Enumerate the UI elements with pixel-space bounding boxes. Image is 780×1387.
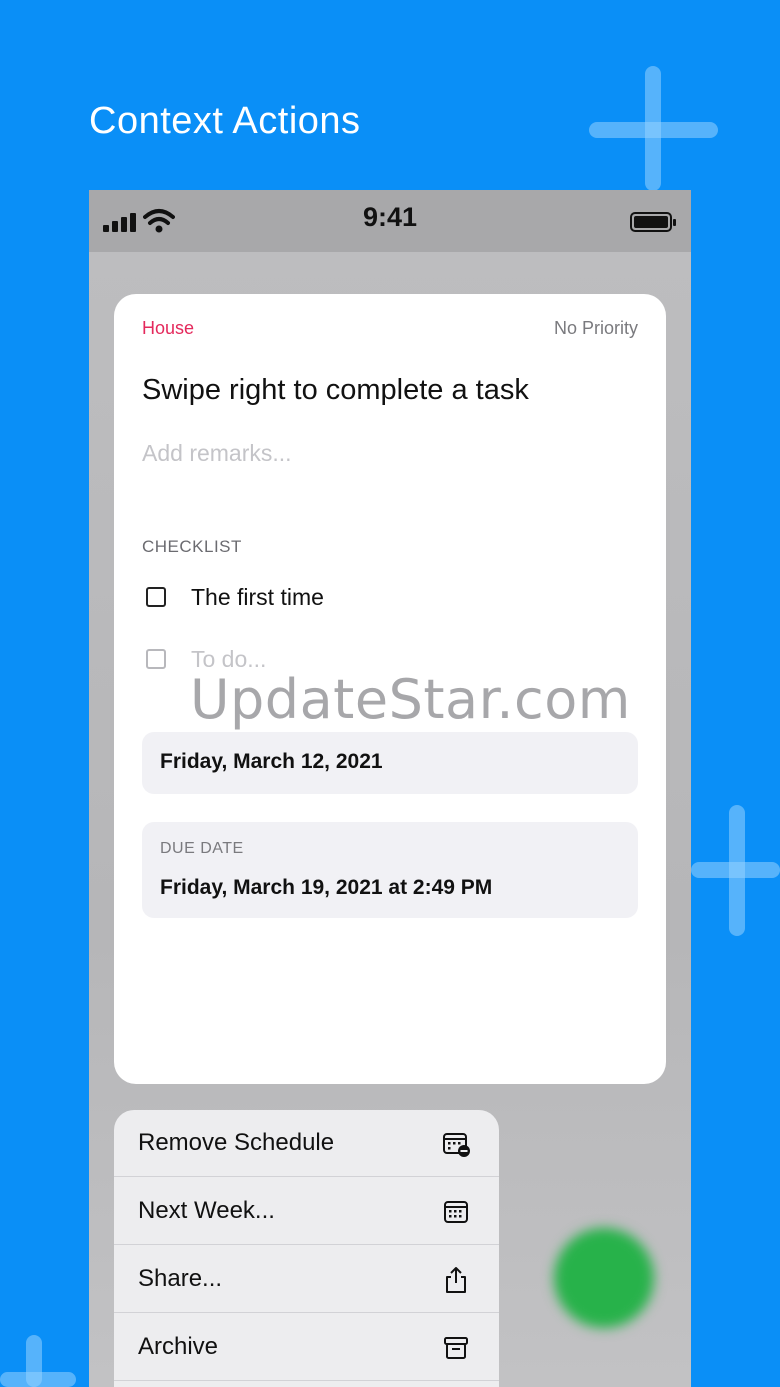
menu-item-archive[interactable]: Archive: [114, 1314, 499, 1381]
task-list-name[interactable]: House: [142, 318, 194, 339]
start-date-box[interactable]: Friday, March 12, 2021: [142, 732, 638, 794]
menu-item-next-week[interactable]: Next Week...: [114, 1178, 499, 1245]
menu-item-remove-schedule[interactable]: Remove Schedule: [114, 1110, 499, 1177]
menu-item-label: Share...: [138, 1265, 223, 1292]
calendar-icon: [444, 1201, 468, 1223]
due-date-label: DUE DATE: [160, 840, 244, 857]
watermark: UpdateStar.com: [190, 668, 631, 731]
menu-item-share[interactable]: Share...: [114, 1246, 499, 1313]
archive-icon: [444, 1337, 468, 1359]
page-headline: Context Actions: [89, 100, 361, 142]
battery-icon: [630, 212, 676, 232]
checkbox[interactable]: [146, 587, 166, 607]
context-menu: Remove Schedule Next Week... Share... Ar…: [114, 1110, 499, 1387]
decorative-plus-icon: [0, 1372, 76, 1387]
due-date-value: Friday, March 19, 2021 at 2:49 PM: [160, 876, 493, 899]
status-time: 9:41: [362, 202, 418, 232]
menu-item-label: Remove Schedule: [138, 1129, 335, 1156]
add-task-fab[interactable]: [554, 1228, 654, 1328]
share-icon: [446, 1267, 466, 1293]
remarks-field[interactable]: Add remarks...: [142, 440, 292, 467]
menu-item-label: Next Week...: [138, 1197, 275, 1224]
decorative-plus-icon: [691, 862, 780, 878]
checklist-item-label: The first time: [191, 584, 324, 610]
due-date-box[interactable]: DUE DATE Friday, March 19, 2021 at 2:49 …: [142, 822, 638, 918]
checkbox[interactable]: [146, 649, 166, 669]
start-date-value: Friday, March 12, 2021: [160, 750, 383, 773]
calendar-minus-icon: [443, 1133, 470, 1157]
phone-screen: 9:41 House No Priority Swipe right to co…: [89, 190, 691, 1387]
status-bar: 9:41: [89, 190, 691, 252]
menu-item-label: Archive: [138, 1333, 219, 1360]
decorative-plus-icon: [589, 122, 718, 138]
checklist-header: CHECKLIST: [142, 537, 242, 556]
task-priority[interactable]: No Priority: [554, 318, 638, 339]
task-title[interactable]: Swipe right to complete a task: [142, 374, 529, 407]
